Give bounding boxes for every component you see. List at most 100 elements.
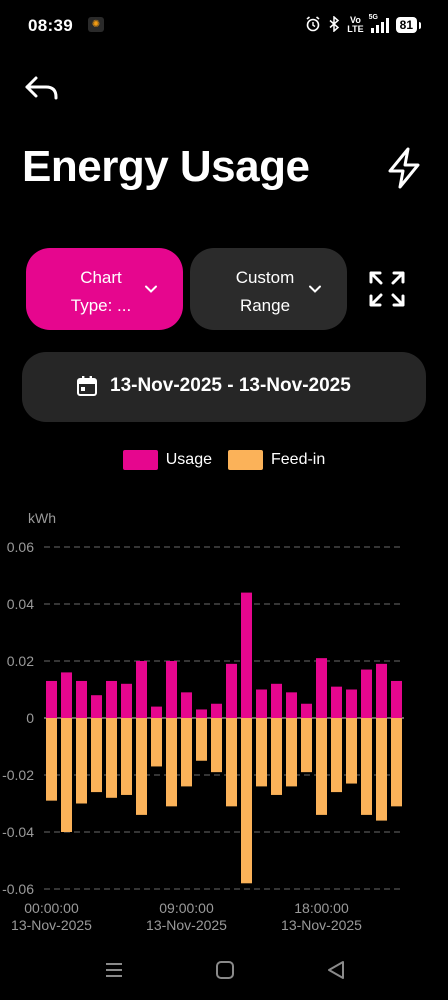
status-icons: Vo LTE 5G 81 — [305, 14, 422, 36]
feed-in-bar — [391, 718, 402, 807]
back-nav-icon[interactable] — [325, 960, 347, 980]
usage-bar — [226, 663, 237, 718]
legend-label-usage: Usage — [165, 451, 212, 468]
y-tick-label: -0.02 — [2, 767, 34, 783]
usage-bar — [301, 703, 312, 718]
feed-in-bar — [196, 718, 207, 761]
usage-bar — [121, 683, 132, 718]
usage-bar — [271, 683, 282, 718]
usage-bar — [346, 689, 357, 718]
y-tick-label: 0.06 — [7, 539, 34, 555]
feed-in-bar — [286, 718, 297, 787]
feed-in-bar — [91, 718, 102, 793]
feed-in-bar — [316, 718, 327, 815]
fullscreen-expand-icon[interactable] — [368, 270, 406, 308]
usage-bar — [106, 680, 117, 718]
feed-in-bar — [166, 718, 177, 807]
date-range-picker[interactable]: 13-Nov-2025 - 13-Nov-2025 — [22, 352, 426, 422]
y-tick-label: 0.02 — [7, 653, 34, 669]
custom-range-line2: Range — [239, 296, 291, 315]
usage-bar — [211, 703, 222, 718]
feed-in-bar — [346, 718, 357, 784]
feed-in-bar — [226, 718, 237, 807]
custom-range-label: Custom Range — [220, 264, 310, 320]
usage-bar — [181, 692, 192, 718]
calendar-icon — [77, 376, 97, 396]
home-icon[interactable] — [214, 960, 236, 980]
y-tick-label: 0.04 — [7, 596, 34, 612]
feed-in-bar — [76, 718, 87, 804]
chart-type-line2: Type: ... — [70, 296, 132, 315]
usage-bar — [91, 695, 102, 718]
feed-in-bar — [271, 718, 282, 795]
x-tick-date-label: 13-Nov-2025 — [146, 917, 227, 933]
x-tick-date-label: 13-Nov-2025 — [11, 917, 92, 933]
y-tick-label: -0.04 — [2, 824, 34, 840]
x-tick-date-label: 13-Nov-2025 — [281, 917, 362, 933]
usage-bar — [61, 672, 72, 718]
feed-in-bar — [256, 718, 267, 787]
legend-label-feed-in: Feed-in — [271, 451, 326, 468]
recent-apps-icon[interactable] — [103, 960, 125, 980]
usage-bar — [391, 680, 402, 718]
custom-range-dropdown[interactable]: Custom Range — [190, 248, 347, 330]
feed-in-bar — [46, 718, 57, 801]
feed-in-bar — [301, 718, 312, 773]
back-button[interactable] — [22, 70, 62, 106]
chevron-down-icon — [145, 285, 157, 293]
y-tick-label: -0.06 — [2, 881, 34, 897]
legend-item-usage[interactable]: Usage — [122, 450, 212, 470]
usage-bar — [241, 592, 252, 718]
alarm-icon — [305, 15, 321, 35]
feed-in-bar — [331, 718, 342, 793]
feed-in-bar — [136, 718, 147, 815]
x-tick-time-label: 18:00:00 — [294, 900, 349, 916]
feed-in-bar — [121, 718, 132, 795]
legend-swatch-feed-in — [228, 450, 263, 470]
chart-type-dropdown[interactable]: Chart Type: ... — [26, 248, 183, 330]
signal-icon: 5G — [368, 14, 389, 33]
battery-indicator: 81 — [395, 17, 422, 33]
usage-bar — [331, 686, 342, 718]
usage-bar — [46, 680, 57, 718]
custom-range-line1: Custom — [235, 268, 295, 287]
feed-in-bar — [151, 718, 162, 767]
volte-bottom-text: LTE — [347, 24, 364, 34]
usage-bar — [316, 658, 327, 718]
feed-in-bar — [376, 718, 387, 821]
chart-legend: Usage Feed-in — [0, 450, 448, 470]
date-range-text: 13-Nov-2025 - 13-Nov-2025 — [110, 375, 351, 396]
bluetooth-icon — [328, 14, 340, 35]
x-tick-time-label: 00:00:00 — [24, 900, 79, 916]
usage-bar — [286, 692, 297, 718]
status-time: 08:39 — [28, 16, 73, 35]
feed-in-bar — [361, 718, 372, 815]
feed-in-bar — [211, 718, 222, 773]
usage-bar — [151, 706, 162, 718]
feed-in-bar — [241, 718, 252, 884]
usage-bar — [196, 709, 207, 718]
chevron-down-icon — [309, 285, 321, 293]
lightning-bolt-icon[interactable] — [384, 146, 424, 190]
usage-bar — [136, 661, 147, 718]
network-type-text: 5G — [368, 14, 378, 21]
y-axis-label: kWh — [28, 510, 56, 526]
status-bar: 08:39 ✺ Vo LTE 5G 81 — [0, 0, 448, 50]
volte-icon: Vo LTE — [347, 16, 363, 34]
system-navigation-bar — [0, 950, 448, 990]
legend-swatch-usage — [122, 450, 158, 470]
feed-in-bar — [106, 718, 117, 798]
feed-in-bar — [181, 718, 192, 787]
usage-bar — [376, 663, 387, 718]
page-title: Energy Usage — [22, 142, 310, 191]
usage-bar — [166, 661, 177, 718]
back-arrow-icon — [25, 76, 58, 100]
y-tick-label: 0 — [26, 710, 34, 726]
chart-type-label: Chart Type: ... — [56, 264, 146, 320]
feed-in-bar — [61, 718, 72, 832]
chart-type-line1: Chart — [80, 268, 122, 287]
legend-item-feed-in[interactable]: Feed-in — [228, 450, 325, 470]
x-tick-time-label: 09:00:00 — [159, 900, 214, 916]
usage-bar — [361, 669, 372, 718]
usage-bar — [256, 689, 267, 718]
